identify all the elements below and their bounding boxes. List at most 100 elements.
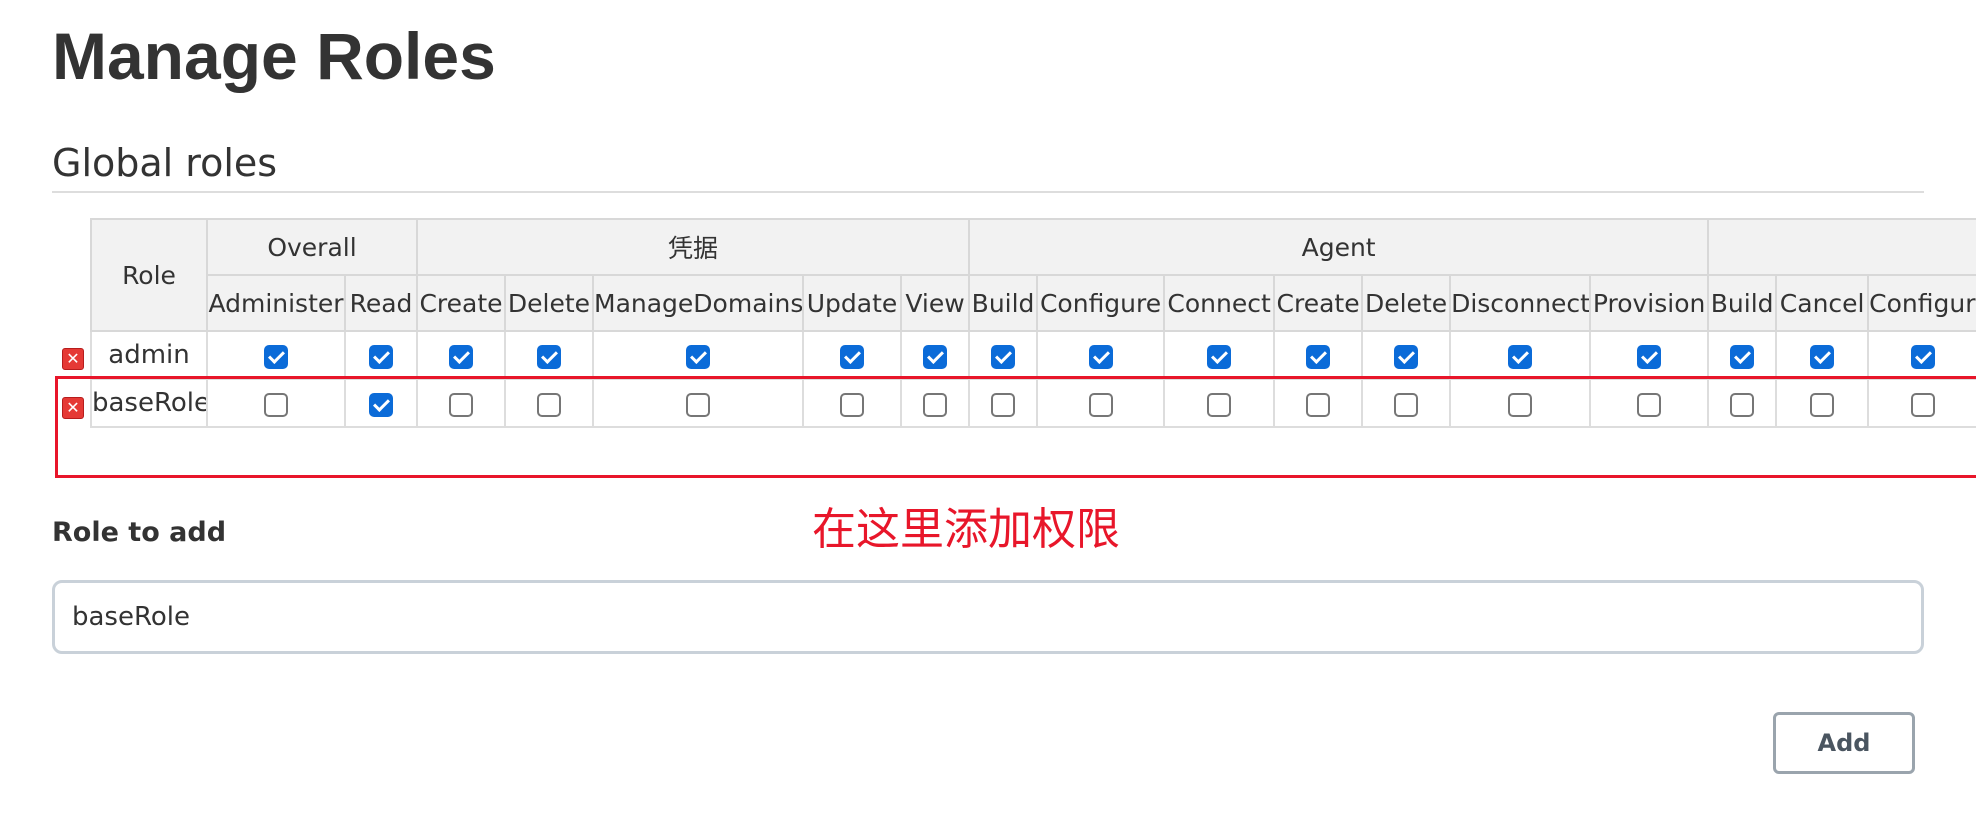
- delete-role-admin-icon[interactable]: ✕: [62, 348, 84, 370]
- global-roles-table-container: Role Overall 凭据 Agent Administer Read Create…: [90, 218, 1976, 428]
- permission-checkbox-checked[interactable]: [840, 344, 864, 369]
- permission-header: View: [899, 274, 971, 332]
- permission-cell: [1273, 330, 1364, 380]
- permission-cell: [1707, 378, 1778, 428]
- permission-header: Build: [968, 274, 1039, 332]
- permission-cell: [802, 378, 902, 428]
- permission-cell: [1036, 330, 1166, 380]
- permission-checkbox-checked[interactable]: [1810, 344, 1835, 369]
- permission-checkbox-checked[interactable]: [1911, 344, 1936, 369]
- permission-cell: [899, 378, 971, 428]
- permission-cell: [1707, 330, 1778, 380]
- permission-checkbox-checked[interactable]: [369, 392, 393, 417]
- permission-checkbox-checked[interactable]: [264, 344, 288, 369]
- permission-cell: [344, 378, 418, 428]
- permission-cell: [1449, 378, 1592, 428]
- permission-checkbox-unchecked[interactable]: [537, 392, 561, 417]
- page-title: Manage Roles: [52, 19, 496, 93]
- global-roles-table: Role Overall 凭据 Agent Administer Read Create…: [90, 218, 1976, 428]
- permission-cell: [1867, 378, 1976, 428]
- permission-checkbox-checked[interactable]: [686, 344, 710, 369]
- permission-cell: [1163, 330, 1276, 380]
- permission-cell: [592, 330, 804, 380]
- permission-header: Cancel: [1775, 274, 1870, 332]
- permission-checkbox-checked[interactable]: [991, 344, 1016, 369]
- permission-checkbox-unchecked[interactable]: [449, 392, 473, 417]
- permission-checkbox-unchecked[interactable]: [1508, 392, 1533, 417]
- section-title: Global roles: [52, 141, 278, 185]
- permission-group-header: Overall: [206, 218, 418, 276]
- permission-checkbox-checked[interactable]: [923, 344, 948, 369]
- permission-cell: [1775, 378, 1870, 428]
- permission-checkbox-checked[interactable]: [1637, 344, 1662, 369]
- permission-header: Read: [344, 274, 418, 332]
- permission-cell: [1449, 330, 1592, 380]
- permission-header: Create: [416, 274, 506, 332]
- permission-cell: [899, 330, 971, 380]
- role-to-add-label: Role to add: [52, 517, 227, 548]
- permission-checkbox-checked[interactable]: [1394, 344, 1419, 369]
- permission-checkbox-unchecked[interactable]: [264, 392, 288, 417]
- permission-header: Connect: [1163, 274, 1276, 332]
- permission-header: Configure: [1867, 274, 1976, 332]
- permission-checkbox-checked[interactable]: [1730, 344, 1755, 369]
- permission-cell: [1589, 330, 1710, 380]
- permission-group-header-row: Role Overall 凭据 Agent: [90, 218, 1976, 332]
- permission-checkbox-checked[interactable]: [1508, 344, 1533, 369]
- role-name: admin: [90, 330, 208, 380]
- permission-group-header: Agent: [968, 218, 1710, 276]
- permission-checkbox-unchecked[interactable]: [1306, 392, 1331, 417]
- permission-header: Delete: [504, 274, 594, 332]
- permission-header: Administer: [206, 274, 346, 332]
- annotation-text: 在这里添加权限: [812, 504, 1120, 555]
- permission-cell: [592, 378, 804, 428]
- permission-checkbox-unchecked[interactable]: [1911, 392, 1936, 417]
- permission-cell: [344, 330, 418, 380]
- permission-cell: [1361, 378, 1452, 428]
- role-row: admin: [90, 330, 1976, 380]
- role-to-add-input[interactable]: [52, 580, 1924, 654]
- permission-cell: [1589, 378, 1710, 428]
- role-column-header: Role: [90, 218, 208, 332]
- permission-checkbox-checked[interactable]: [1207, 344, 1232, 369]
- permission-cell: [206, 378, 346, 428]
- permission-cell: [1775, 330, 1870, 380]
- permission-checkbox-unchecked[interactable]: [686, 392, 710, 417]
- role-name: baseRole: [90, 378, 208, 428]
- permission-checkbox-checked[interactable]: [369, 344, 393, 369]
- permission-cell: [504, 330, 594, 380]
- permission-checkbox-unchecked[interactable]: [1810, 392, 1835, 417]
- add-role-button[interactable]: Add: [1773, 712, 1915, 774]
- permission-header: Delete: [1361, 274, 1452, 332]
- permission-cell: [1163, 378, 1276, 428]
- permission-cell: [1361, 330, 1452, 380]
- permission-header: Update: [802, 274, 902, 332]
- permission-checkbox-unchecked[interactable]: [1088, 392, 1113, 417]
- permission-cell: [968, 378, 1039, 428]
- permission-checkbox-unchecked[interactable]: [1637, 392, 1662, 417]
- permission-checkbox-checked[interactable]: [1306, 344, 1331, 369]
- permission-checkbox-checked[interactable]: [449, 344, 473, 369]
- permission-cell: [416, 378, 506, 428]
- permission-checkbox-unchecked[interactable]: [1730, 392, 1755, 417]
- permission-checkbox-unchecked[interactable]: [991, 392, 1016, 417]
- permission-header: Provision: [1589, 274, 1710, 332]
- permission-cell: [1273, 378, 1364, 428]
- permission-group-header: 凭据: [415, 218, 971, 276]
- permission-header: Disconnect: [1449, 274, 1592, 332]
- permission-checkbox-unchecked[interactable]: [840, 392, 864, 417]
- permission-checkbox-unchecked[interactable]: [1207, 392, 1232, 417]
- permission-cell: [1867, 330, 1976, 380]
- permission-cell: [416, 330, 506, 380]
- permission-cell: [1036, 378, 1166, 428]
- permission-checkbox-checked[interactable]: [1088, 344, 1113, 369]
- permission-header: Create: [1273, 274, 1364, 332]
- role-row: baseRole: [90, 378, 1976, 428]
- permission-checkbox-checked[interactable]: [537, 344, 561, 369]
- delete-role-baserole-icon[interactable]: ✕: [62, 397, 84, 419]
- permission-group-header: [1707, 218, 1976, 276]
- permission-header-row: Administer Read Create Delete ManageDomains U…: [91, 274, 1976, 332]
- permission-header: Configure: [1036, 274, 1166, 332]
- permission-checkbox-unchecked[interactable]: [1394, 392, 1419, 417]
- permission-checkbox-unchecked[interactable]: [923, 392, 948, 417]
